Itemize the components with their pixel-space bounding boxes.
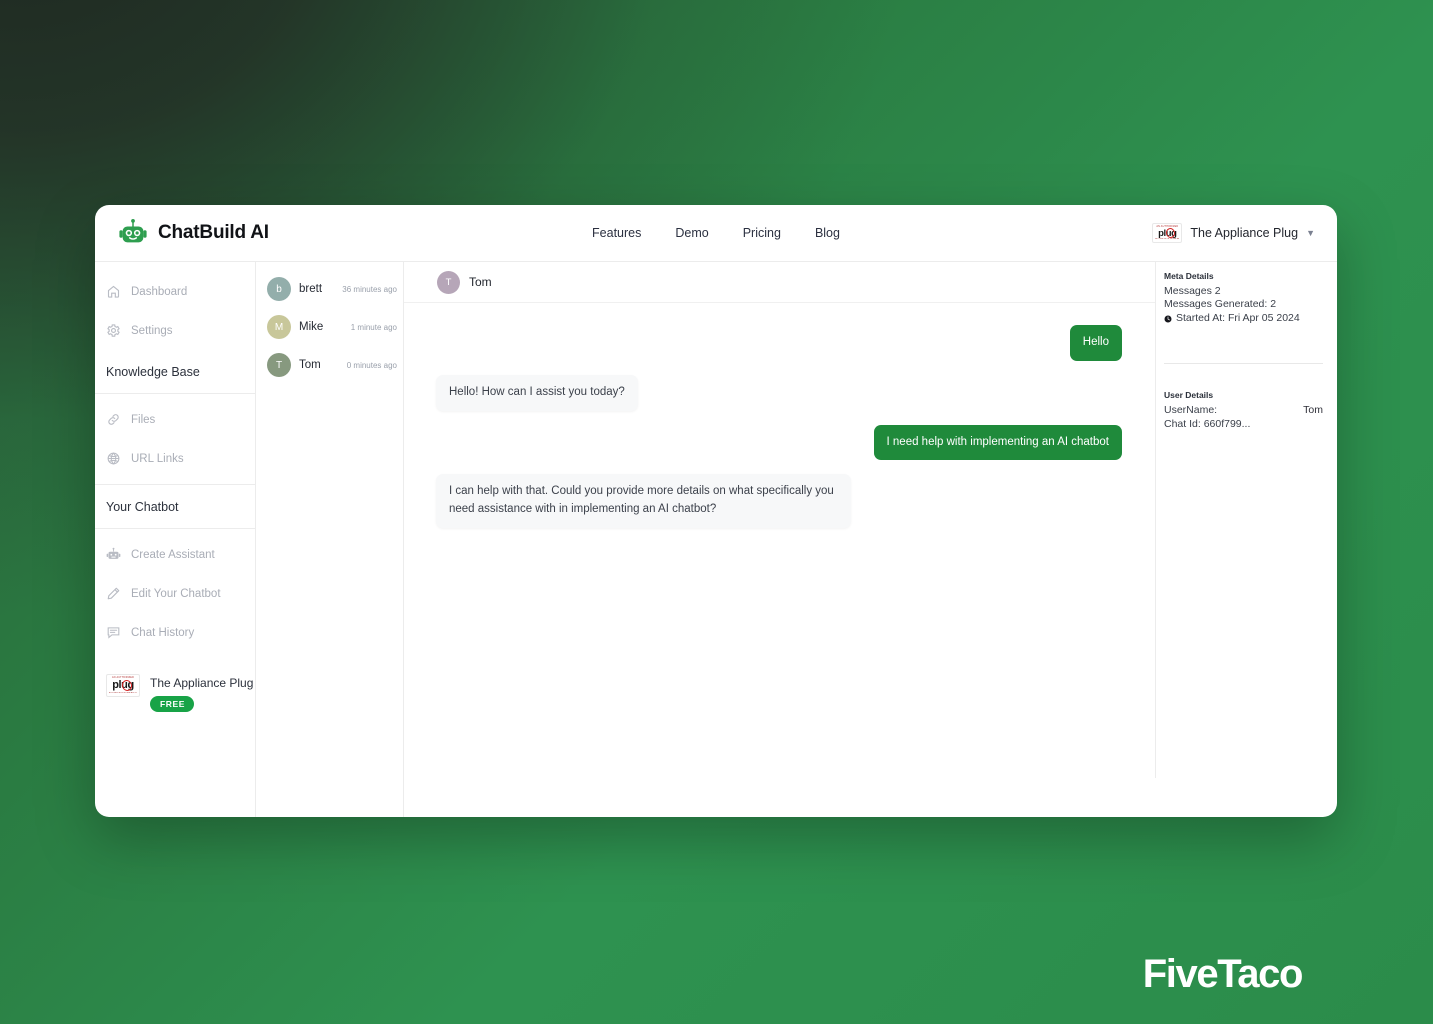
message-bubble-incoming: I can help with that. Could you provide …	[436, 474, 851, 529]
sidebar-item-dashboard[interactable]: Dashboard	[95, 272, 255, 311]
sidebar-heading-your-chatbot: Your Chatbot	[106, 500, 179, 514]
sidebar-item-label: Chat History	[131, 626, 195, 639]
nav-link-demo[interactable]: Demo	[675, 226, 708, 240]
chat-list-icon	[107, 627, 120, 639]
message-row: I can help with that. Could you provide …	[436, 474, 1122, 529]
message-bubble-outgoing: Hello	[1069, 325, 1122, 361]
plug-logo-icon: AN AUTHORIZED plug A COMPLETE HOME APPLI…	[106, 674, 140, 697]
message-bubble-incoming: Hello! How can I assist you today?	[436, 374, 638, 411]
globe-icon	[107, 452, 120, 465]
meta-details-title: Meta Details	[1164, 271, 1214, 281]
user-name-label: UserName:	[1164, 404, 1218, 417]
app-window: ChatBuild AI Features Demo Pricing Blog …	[95, 205, 1337, 817]
sidebar-item-label: Edit Your Chatbot	[131, 587, 221, 600]
meta-panel: Meta Details Messages 2 Messages Generat…	[1156, 262, 1337, 817]
workspace-text: The Appliance Plug FREE	[150, 674, 253, 712]
user-name-value: Tom	[1303, 404, 1323, 417]
list-item[interactable]: T Tom 0 minutes ago	[256, 346, 403, 384]
app-body: Dashboard Settings Knowledge Base Files	[95, 262, 1337, 817]
sidebar-item-create-assistant[interactable]: Create Assistant	[95, 535, 255, 574]
workspace-name: The Appliance Plug	[150, 676, 254, 690]
sidebar-item-label: Settings	[131, 324, 173, 337]
brand[interactable]: ChatBuild AI	[118, 218, 269, 248]
account-name: The Appliance Plug	[1190, 226, 1299, 240]
chat-contact-name: Tom	[469, 275, 492, 289]
conversation-time: 0 minutes ago	[346, 360, 397, 370]
conversation-time: 36 minutes ago	[342, 284, 397, 294]
nav-link-features[interactable]: Features	[592, 226, 641, 240]
sidebar-knowledge-group: Files URL Links	[95, 393, 255, 485]
sidebar-heading-knowledge-base: Knowledge Base	[106, 365, 200, 379]
top-bar: ChatBuild AI Features Demo Pricing Blog …	[95, 205, 1337, 262]
chat-panel: T Tom Hello Hello! How can I assist you …	[404, 262, 1156, 778]
meta-started-at-row: Started At: Fri Apr 05 2024	[1164, 312, 1323, 325]
chat-id: Chat Id: 660f799...	[1164, 417, 1251, 430]
list-item[interactable]: M Mike 1 minute ago	[256, 308, 403, 346]
avatar: M	[267, 315, 291, 339]
plug-logo-bottom-text: A COMPLETE HOME APPLIANCE	[109, 692, 137, 694]
sidebar-item-label: Create Assistant	[131, 548, 215, 561]
avatar: b	[267, 277, 291, 301]
robot-icon	[106, 547, 121, 559]
sidebar-item-settings[interactable]: Settings	[95, 311, 255, 350]
chevron-down-icon: ▼	[1306, 227, 1315, 238]
message-row: Hello! How can I assist you today?	[436, 374, 1122, 411]
sidebar-item-chat-history[interactable]: Chat History	[95, 613, 255, 652]
avatar: T	[437, 270, 460, 294]
link-icon	[108, 414, 119, 425]
gear-icon	[107, 324, 120, 337]
robot-icon	[119, 218, 147, 243]
nav-link-pricing[interactable]: Pricing	[743, 226, 781, 240]
conversation-name: Tom	[299, 359, 321, 371]
meta-messages: Messages 2	[1164, 285, 1221, 297]
message-row: I need help with implementing an AI chat…	[436, 424, 1122, 461]
status-badge: FREE	[150, 696, 195, 712]
chat-header: T Tom	[404, 262, 1155, 303]
sidebar-item-edit-your-chatbot[interactable]: Edit Your Chatbot	[95, 574, 255, 613]
nav-link-blog[interactable]: Blog	[815, 226, 840, 240]
message-bubble-outgoing: I need help with implementing an AI chat…	[873, 424, 1122, 461]
conversation-name: Mike	[299, 321, 324, 333]
avatar: T	[267, 353, 291, 377]
brand-name: ChatBuild AI	[158, 222, 269, 243]
clock-icon	[1164, 315, 1172, 323]
plug-logo-bottom-text: A COMPLETE HOME APPLIANCE	[1155, 238, 1179, 240]
sidebar-item-url-links[interactable]: URL Links	[95, 439, 255, 478]
sidebar-item-label: URL Links	[131, 452, 184, 465]
user-name-row: UserName: Tom	[1164, 404, 1323, 417]
account-menu[interactable]: AN AUTHORIZED plug A COMPLETE HOME APPLI…	[1152, 223, 1315, 243]
sidebar-workspace[interactable]: AN AUTHORIZED plug A COMPLETE HOME APPLI…	[95, 652, 255, 712]
pencil-icon	[107, 587, 120, 600]
conversation-list: b brett 36 minutes ago M Mike 1 minute a…	[256, 262, 404, 817]
sidebar-item-label: Dashboard	[131, 285, 188, 298]
sidebar-chatbot-group: Create Assistant Edit Your Chatbot Chat …	[95, 529, 255, 652]
message-list: Hello Hello! How can I assist you today?…	[404, 303, 1155, 778]
plug-logo-icon: AN AUTHORIZED plug A COMPLETE HOME APPLI…	[1152, 223, 1183, 243]
user-details-title: User Details	[1164, 390, 1214, 401]
meta-started-at: Started At: Fri Apr 05 2024	[1176, 311, 1300, 324]
meta-messages-generated: Messages Generated: 2	[1164, 298, 1277, 311]
conversation-name: brett	[299, 283, 323, 295]
fivetaco-watermark: FiveTaco	[1142, 952, 1304, 996]
sidebar-item-label: Files	[131, 413, 156, 426]
conversation-time: 1 minute ago	[350, 322, 397, 332]
meta-divider	[1164, 363, 1323, 365]
home-icon	[107, 285, 120, 298]
list-item[interactable]: b brett 36 minutes ago	[256, 270, 403, 308]
top-nav: Features Demo Pricing Blog	[95, 226, 1337, 240]
sidebar: Dashboard Settings Knowledge Base Files	[95, 262, 256, 817]
message-row: Hello	[436, 325, 1122, 361]
sidebar-item-files[interactable]: Files	[95, 400, 255, 439]
